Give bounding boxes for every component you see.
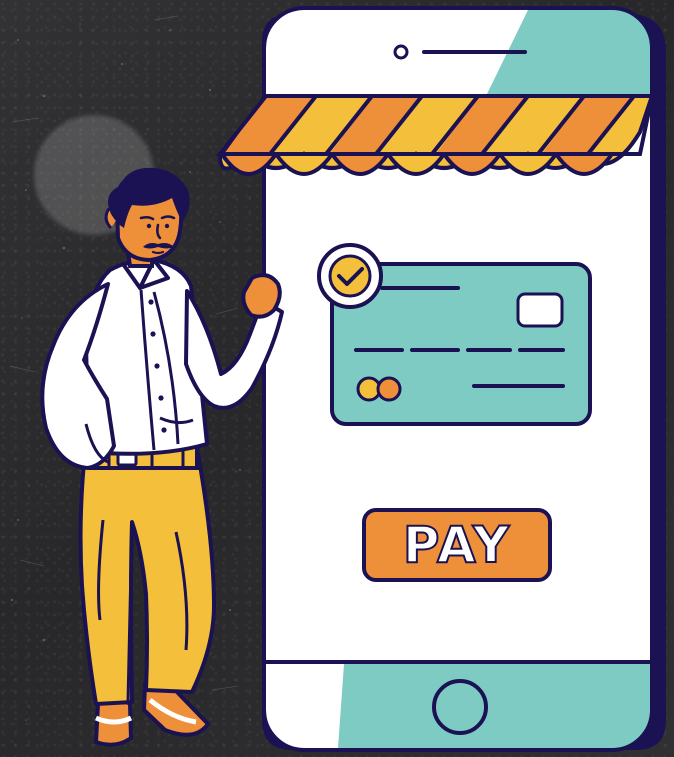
shop-awning-icon — [215, 94, 655, 176]
phone-bottom-accent — [338, 664, 650, 748]
check-circle-icon — [317, 243, 383, 309]
person-illustration — [40, 167, 284, 747]
pay-button[interactable]: PAY — [362, 508, 552, 582]
mobile-payment-artwork — [40, 6, 666, 752]
pay-button-label: PAY — [402, 516, 512, 574]
illustration-scene: PAY — [0, 0, 674, 757]
